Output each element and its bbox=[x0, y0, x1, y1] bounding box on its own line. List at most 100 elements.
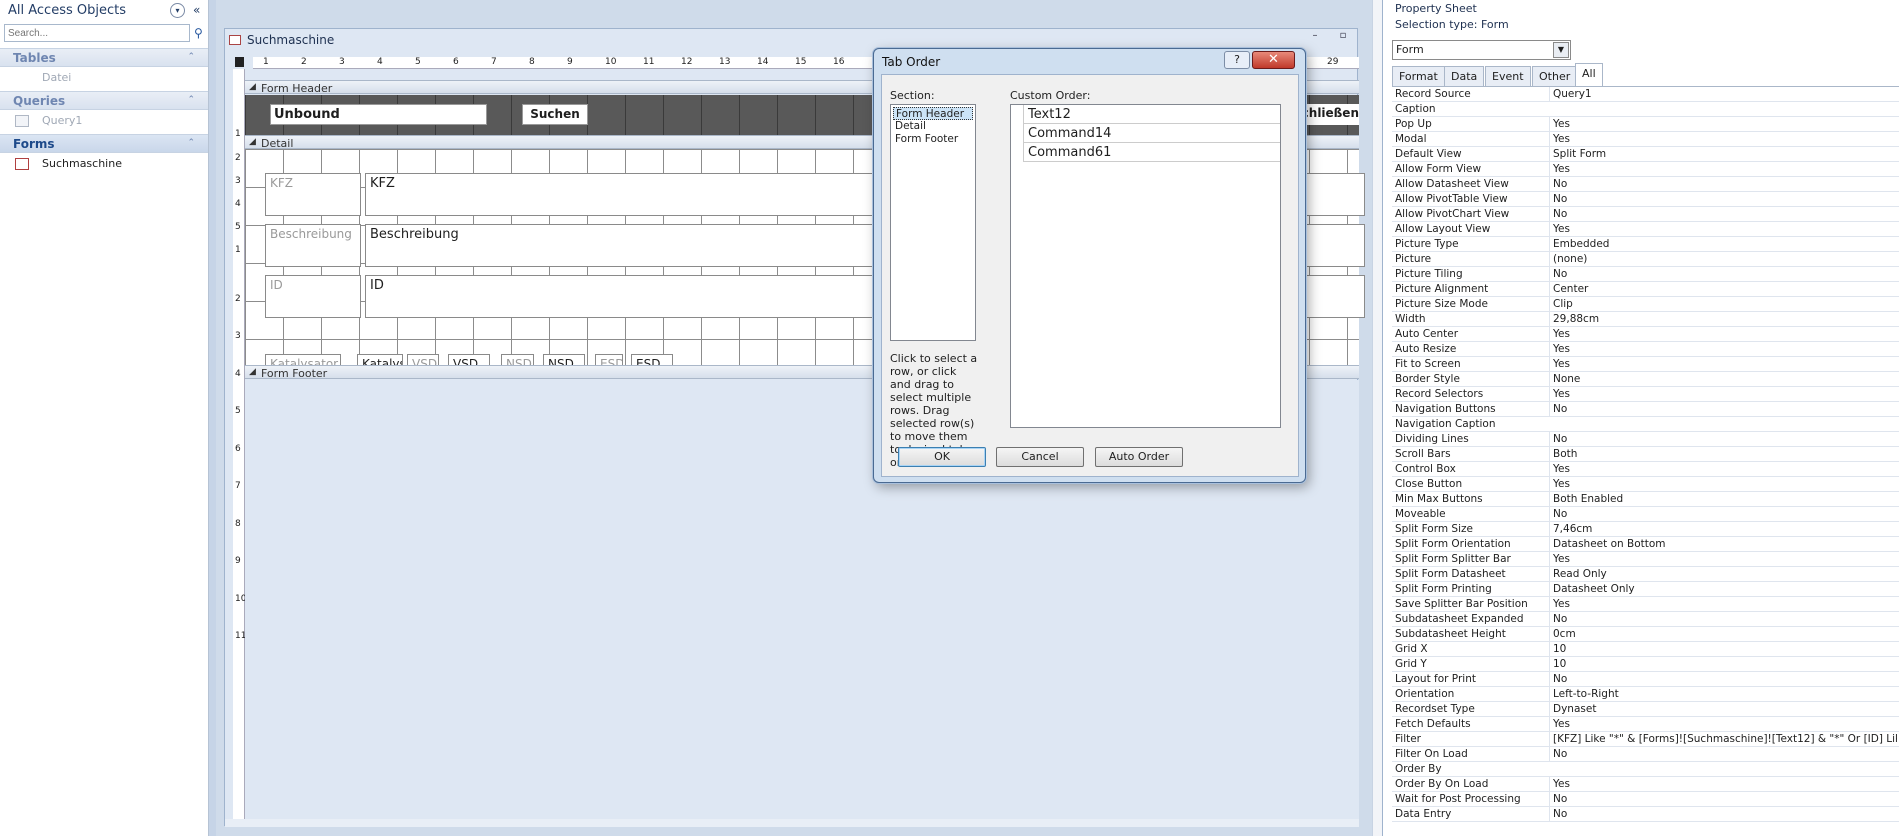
nav-title[interactable]: All Access Objects bbox=[8, 3, 126, 18]
restore-icon[interactable]: ▫ bbox=[1336, 31, 1350, 43]
custom-order-row[interactable]: Command14 bbox=[1011, 124, 1280, 143]
property-value[interactable]: Yes bbox=[1549, 717, 1897, 731]
property-value[interactable]: Center bbox=[1549, 282, 1897, 296]
property-row[interactable]: Fetch Defaults Yes bbox=[1392, 717, 1899, 732]
property-row[interactable]: Data Entry No bbox=[1392, 807, 1899, 822]
property-row[interactable]: Save Splitter Bar Position Yes bbox=[1392, 597, 1899, 612]
search-icon[interactable]: ⚲ bbox=[194, 26, 203, 40]
property-value[interactable]: Yes bbox=[1549, 477, 1897, 491]
property-value[interactable]: No bbox=[1549, 807, 1897, 821]
property-row[interactable]: Record Selectors Yes bbox=[1392, 387, 1899, 402]
search-textbox-text12[interactable]: Unbound bbox=[270, 104, 487, 125]
custom-order-row[interactable]: Command61 bbox=[1011, 143, 1280, 162]
property-value[interactable]: Both Enabled bbox=[1549, 492, 1897, 506]
property-value[interactable]: Yes bbox=[1549, 222, 1897, 236]
property-value[interactable]: Yes bbox=[1549, 117, 1897, 131]
nav-item-suchmaschine[interactable]: Suchmaschine bbox=[0, 154, 208, 174]
property-value[interactable]: Both bbox=[1549, 447, 1897, 461]
section-listbox[interactable]: Form Header Detail Form Footer bbox=[890, 104, 976, 341]
property-row[interactable]: Close Button Yes bbox=[1392, 477, 1899, 492]
property-value[interactable]: Yes bbox=[1549, 777, 1897, 791]
property-value[interactable]: Split Form bbox=[1549, 147, 1897, 161]
property-row[interactable]: Allow Form View Yes bbox=[1392, 162, 1899, 177]
section-option-form-header[interactable]: Form Header bbox=[893, 107, 973, 120]
property-value[interactable]: (none) bbox=[1549, 252, 1897, 266]
property-value[interactable]: Yes bbox=[1549, 342, 1897, 356]
section-option-detail[interactable]: Detail bbox=[893, 120, 973, 133]
tab-all[interactable]: All bbox=[1575, 63, 1603, 86]
row-selector[interactable] bbox=[1011, 105, 1024, 124]
property-row[interactable]: Split Form Splitter Bar Yes bbox=[1392, 552, 1899, 567]
property-value[interactable]: 10 bbox=[1549, 657, 1897, 671]
property-value[interactable]: Yes bbox=[1549, 327, 1897, 341]
property-row[interactable]: Allow PivotChart View No bbox=[1392, 207, 1899, 222]
tab-other[interactable]: Other bbox=[1532, 66, 1578, 86]
property-row[interactable]: Picture Alignment Center bbox=[1392, 282, 1899, 297]
property-value[interactable]: No bbox=[1549, 507, 1897, 521]
property-value[interactable]: Yes bbox=[1549, 162, 1897, 176]
property-value[interactable]: Yes bbox=[1549, 597, 1897, 611]
row-selector[interactable] bbox=[1011, 143, 1024, 162]
property-row[interactable]: Split Form Printing Datasheet Only bbox=[1392, 582, 1899, 597]
suchen-button[interactable]: Suchen bbox=[522, 104, 588, 125]
id-label[interactable]: ID bbox=[265, 275, 361, 318]
property-row[interactable]: Picture (none) bbox=[1392, 252, 1899, 267]
property-row[interactable]: Filter On Load No bbox=[1392, 747, 1899, 762]
property-value[interactable]: No bbox=[1549, 432, 1897, 446]
property-value[interactable]: None bbox=[1549, 372, 1897, 386]
horizontal-scrollbar[interactable] bbox=[225, 819, 1359, 827]
close-icon[interactable]: ✕ bbox=[1252, 51, 1295, 69]
ok-button[interactable]: OK bbox=[898, 447, 986, 467]
property-row[interactable]: Navigation Buttons No bbox=[1392, 402, 1899, 417]
property-row[interactable]: Border Style None bbox=[1392, 372, 1899, 387]
property-row[interactable]: Allow Datasheet View No bbox=[1392, 177, 1899, 192]
custom-order-row[interactable]: Text12 bbox=[1011, 105, 1280, 124]
form-selector[interactable] bbox=[235, 57, 244, 67]
tab-data[interactable]: Data bbox=[1444, 66, 1485, 86]
property-row[interactable]: Grid Y 10 bbox=[1392, 657, 1899, 672]
property-value[interactable]: Query1 bbox=[1549, 87, 1897, 101]
property-value[interactable]: [KFZ] Like "*" & [Forms]![Suchmaschine]!… bbox=[1549, 732, 1897, 746]
property-value[interactable]: 29,88cm bbox=[1549, 312, 1897, 326]
property-row[interactable]: Recordset Type Dynaset bbox=[1392, 702, 1899, 717]
property-row[interactable]: Dividing Lines No bbox=[1392, 432, 1899, 447]
property-row[interactable]: Orientation Left-to-Right bbox=[1392, 687, 1899, 702]
nav-item-query1[interactable]: Query1 bbox=[0, 111, 208, 131]
minimize-icon[interactable]: – bbox=[1308, 31, 1322, 43]
property-row[interactable]: Split Form Orientation Datasheet on Botto… bbox=[1392, 537, 1899, 552]
property-value[interactable]: Yes bbox=[1549, 552, 1897, 566]
property-value[interactable]: No bbox=[1549, 612, 1897, 626]
property-row[interactable]: Moveable No bbox=[1392, 507, 1899, 522]
property-row[interactable]: Picture Tiling No bbox=[1392, 267, 1899, 282]
property-row[interactable]: Wait for Post Processing No bbox=[1392, 792, 1899, 807]
property-value[interactable]: Yes bbox=[1549, 462, 1897, 476]
property-value[interactable]: 7,46cm bbox=[1549, 522, 1897, 536]
property-value[interactable]: Read Only bbox=[1549, 567, 1897, 581]
property-row[interactable]: Picture Size Mode Clip bbox=[1392, 297, 1899, 312]
property-row[interactable]: Filter [KFZ] Like "*" & [Forms]![Suchmasc… bbox=[1392, 732, 1899, 747]
nav-group-tables[interactable]: Tables ⌃ bbox=[0, 48, 208, 67]
auto-order-button[interactable]: Auto Order bbox=[1095, 447, 1183, 467]
property-row[interactable]: Width 29,88cm bbox=[1392, 312, 1899, 327]
property-value[interactable]: Yes bbox=[1549, 357, 1897, 371]
nav-group-queries[interactable]: Queries ⌃ bbox=[0, 91, 208, 110]
property-row[interactable]: Subdatasheet Expanded No bbox=[1392, 612, 1899, 627]
help-button[interactable]: ? bbox=[1224, 51, 1250, 69]
nav-menu-chevron-icon[interactable]: ▾ bbox=[170, 3, 185, 18]
row-selector[interactable] bbox=[1011, 124, 1024, 143]
property-row[interactable]: Order By bbox=[1392, 762, 1899, 777]
property-value[interactable]: Embedded bbox=[1549, 237, 1897, 251]
property-row[interactable]: Auto Center Yes bbox=[1392, 327, 1899, 342]
property-value[interactable]: No bbox=[1549, 672, 1897, 686]
dropdown-arrow-icon[interactable]: ▼ bbox=[1553, 42, 1569, 58]
property-value[interactable]: No bbox=[1549, 192, 1897, 206]
property-value[interactable]: Datasheet on Bottom bbox=[1549, 537, 1897, 551]
property-row[interactable]: Order By On Load Yes bbox=[1392, 777, 1899, 792]
property-row[interactable]: Auto Resize Yes bbox=[1392, 342, 1899, 357]
property-value[interactable]: 10 bbox=[1549, 642, 1897, 656]
property-row[interactable]: Split Form Size 7,46cm bbox=[1392, 522, 1899, 537]
property-row[interactable]: Caption bbox=[1392, 102, 1899, 117]
nav-item-datei[interactable]: Datei bbox=[0, 68, 208, 88]
property-value[interactable]: No bbox=[1549, 267, 1897, 281]
property-row[interactable]: Pop Up Yes bbox=[1392, 117, 1899, 132]
